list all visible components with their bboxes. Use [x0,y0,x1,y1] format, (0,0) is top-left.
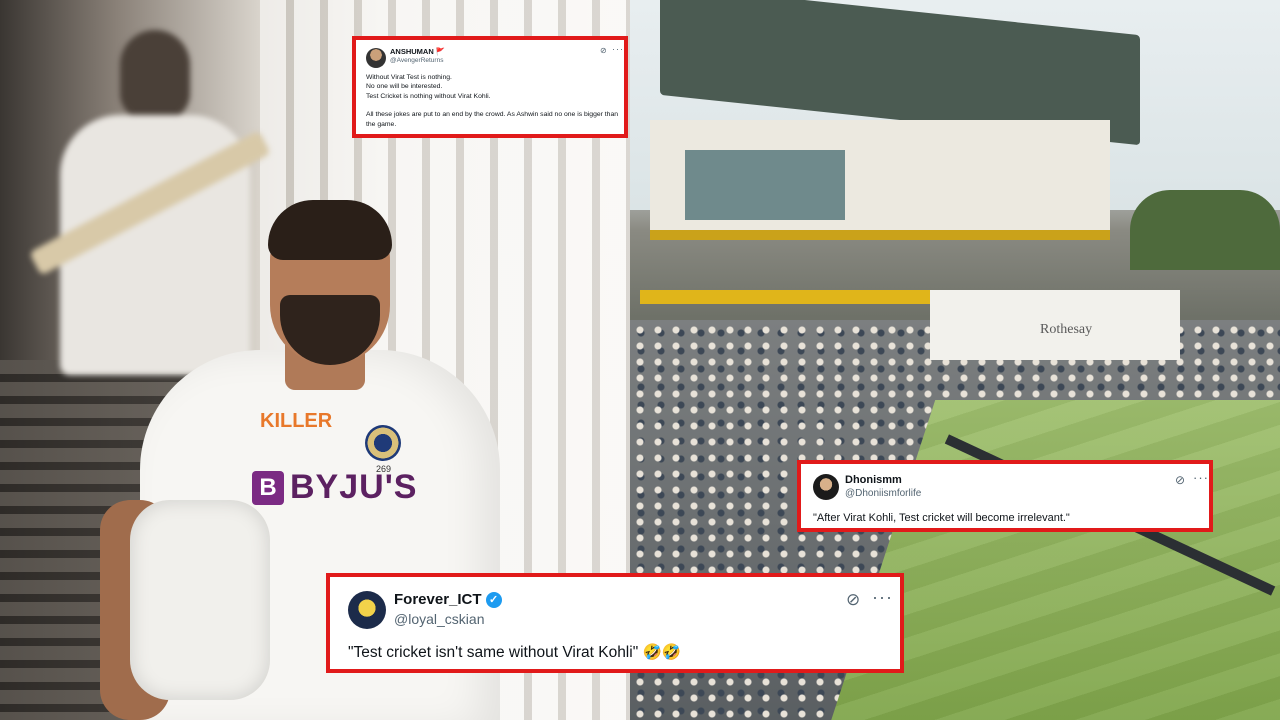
tweet-text: Without Virat Test is nothing. No one wi… [366,73,622,129]
tweet-author-name[interactable]: Dhonismm [845,474,902,486]
grok-icon[interactable]: ⊘ [1175,473,1185,487]
tweet-line: No one will be interested. [366,83,443,91]
sponsor-mark: B [252,470,284,505]
tweet-author-name[interactable]: ANSHUMAN 🚩 [390,47,445,56]
sponsor-logo: B BYJU'S [252,468,417,507]
pavilion-sign: Rothesay [1040,322,1093,337]
tweet-text: "Test cricket isn't same without Virat K… [348,644,682,661]
tweet-line: Without Virat Test is nothing. [366,74,452,81]
more-options-icon[interactable]: ··· [1193,470,1209,485]
tweet-author-handle[interactable]: @Dhoniismforlife [845,488,921,499]
more-options-icon[interactable]: ··· [872,587,893,608]
tweet-line: All these jokes are put to an end by the… [366,111,619,128]
tweet-author-handle[interactable]: @loyal_cskian [394,611,484,627]
bcci-crest-icon [365,425,401,461]
batting-gloves [130,500,270,700]
jersey-brand-logo: KILLER [260,410,333,432]
more-options-icon[interactable]: ··· [612,44,624,54]
tweet-line: Test Cricket is nothing without Virat Ko… [366,92,491,100]
tweet-author-name[interactable]: Forever_ICT [394,591,482,608]
sponsor-text: BYJU'S [290,468,418,506]
grok-icon[interactable]: ⊘ [600,46,607,55]
avatar[interactable] [813,474,839,500]
trees [1130,190,1280,270]
tweet-card-dhonismm[interactable]: Dhonismm @Dhoniismforlife ⊘ ··· "After V… [797,460,1213,532]
tweet-card-forever-ict[interactable]: Forever_ICT ✓ @loyal_cskian ⊘ ··· "Test c… [326,573,904,673]
tweet-card-anshuman[interactable]: ANSHUMAN 🚩 @AvengerReturns ⊘ ··· Without… [352,36,628,138]
tweet-author-name-row[interactable]: Forever_ICT ✓ [394,591,502,609]
grok-icon[interactable]: ⊘ [846,590,860,610]
tweet-text: "After Virat Kohli, Test cricket will be… [813,512,1070,524]
tweet-author-handle[interactable]: @AvengerReturns [390,57,443,64]
avatar[interactable] [366,48,386,68]
verified-badge-icon: ✓ [485,592,502,609]
avatar[interactable] [348,591,386,629]
